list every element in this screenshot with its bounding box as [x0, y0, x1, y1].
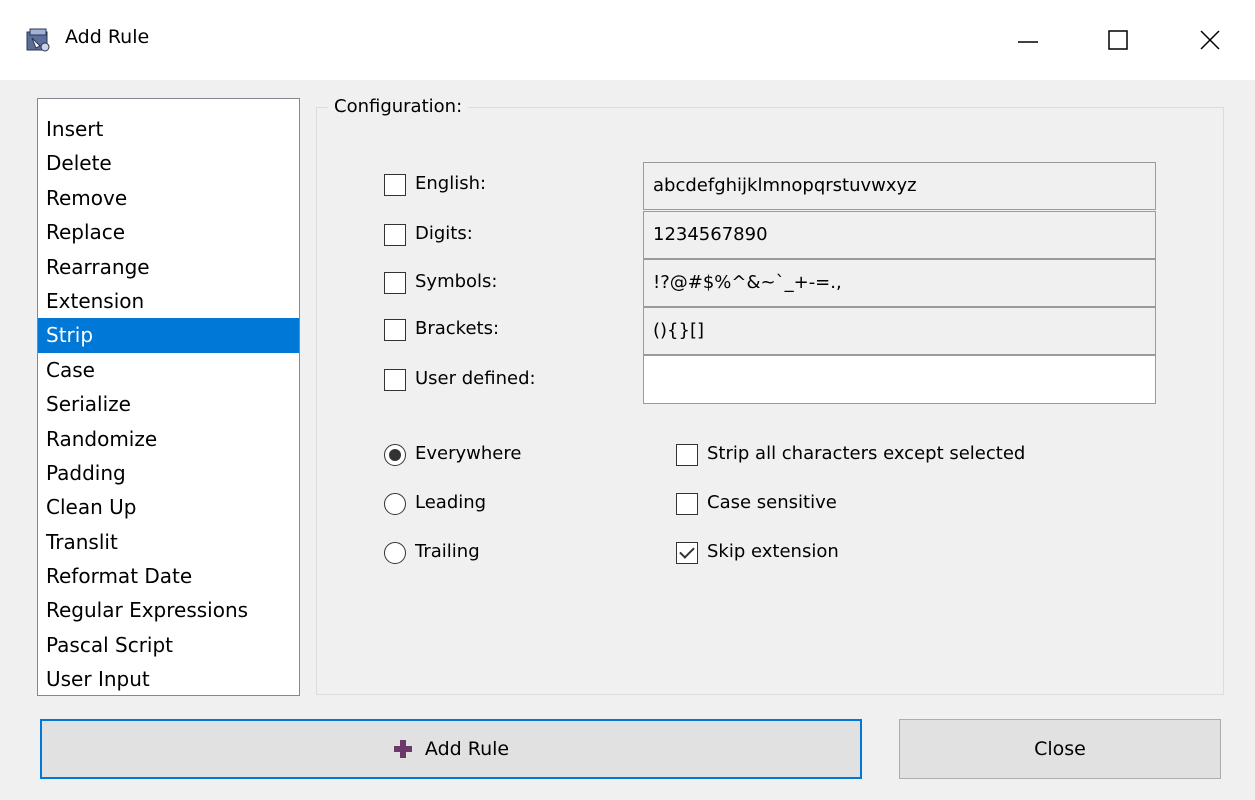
rule-item-clean-up[interactable]: Clean Up: [38, 490, 299, 524]
symbols-label: Symbols:: [415, 271, 498, 292]
rule-item-extension[interactable]: Extension: [38, 284, 299, 318]
skip-extension-checkbox[interactable]: [676, 542, 698, 564]
rule-item-case[interactable]: Case: [38, 353, 299, 387]
rule-list[interactable]: Insert Delete Remove Replace Rearrange E…: [37, 98, 300, 696]
case-sensitive-checkbox[interactable]: [676, 493, 698, 515]
rule-item-padding[interactable]: Padding: [38, 456, 299, 490]
rule-item-rearrange[interactable]: Rearrange: [38, 250, 299, 284]
rule-item-delete[interactable]: Delete: [38, 146, 299, 180]
english-checkbox[interactable]: [384, 174, 406, 196]
title-bar: Add Rule: [0, 0, 1255, 80]
trailing-label: Trailing: [415, 541, 480, 562]
strip-except-selected-label: Strip all characters except selected: [707, 443, 1026, 464]
english-chars-field: abcdefghijklmnopqrstuvwxyz: [643, 162, 1156, 210]
close-button[interactable]: Close: [899, 719, 1221, 779]
minimize-button[interactable]: [998, 16, 1058, 64]
rule-item-regular-expressions[interactable]: Regular Expressions: [38, 593, 299, 627]
user-defined-label: User defined:: [415, 368, 536, 389]
close-window-button[interactable]: [1180, 16, 1240, 64]
window-title: Add Rule: [65, 26, 150, 48]
strip-except-selected-checkbox[interactable]: [676, 444, 698, 466]
add-rule-label: Add Rule: [424, 738, 510, 760]
rule-item-reformat-date[interactable]: Reformat Date: [38, 559, 299, 593]
brackets-checkbox[interactable]: [384, 319, 406, 341]
rule-item-insert[interactable]: Insert: [38, 112, 299, 146]
rule-item-user-input[interactable]: User Input: [38, 662, 299, 696]
rule-item-pascal-script[interactable]: Pascal Script: [38, 628, 299, 662]
maximize-icon: [1108, 30, 1128, 50]
configuration-legend: Configuration:: [328, 96, 469, 117]
trailing-radio[interactable]: [384, 542, 406, 564]
plus-icon: [393, 740, 412, 758]
english-label: English:: [415, 173, 487, 194]
digits-chars-field: 1234567890: [643, 211, 1156, 259]
digits-label: Digits:: [415, 223, 473, 244]
app-icon: [26, 28, 50, 52]
everywhere-radio[interactable]: [384, 444, 406, 466]
add-rule-button[interactable]: Add Rule: [40, 719, 862, 779]
digits-checkbox[interactable]: [384, 224, 406, 246]
rule-item-replace[interactable]: Replace: [38, 215, 299, 249]
user-defined-checkbox[interactable]: [384, 369, 406, 391]
everywhere-label: Everywhere: [415, 443, 522, 464]
minimize-icon: [1018, 41, 1038, 43]
rule-item-translit[interactable]: Translit: [38, 525, 299, 559]
rule-item-serialize[interactable]: Serialize: [38, 387, 299, 421]
symbols-checkbox[interactable]: [384, 272, 406, 294]
brackets-label: Brackets:: [415, 318, 500, 339]
user-defined-input[interactable]: [643, 355, 1156, 404]
leading-radio[interactable]: [384, 493, 406, 515]
case-sensitive-label: Case sensitive: [707, 492, 837, 513]
rule-item-remove[interactable]: Remove: [38, 181, 299, 215]
rule-item-randomize[interactable]: Randomize: [38, 422, 299, 456]
leading-label: Leading: [415, 492, 487, 513]
close-label: Close: [1034, 738, 1086, 760]
rule-item-strip[interactable]: Strip: [38, 318, 299, 353]
skip-extension-label: Skip extension: [707, 541, 839, 562]
maximize-button[interactable]: [1088, 16, 1148, 64]
brackets-chars-field: (){}[]: [643, 307, 1156, 355]
close-icon: [1200, 30, 1220, 50]
symbols-chars-field: !?@#$%^&~`_+-=.,: [643, 259, 1156, 307]
